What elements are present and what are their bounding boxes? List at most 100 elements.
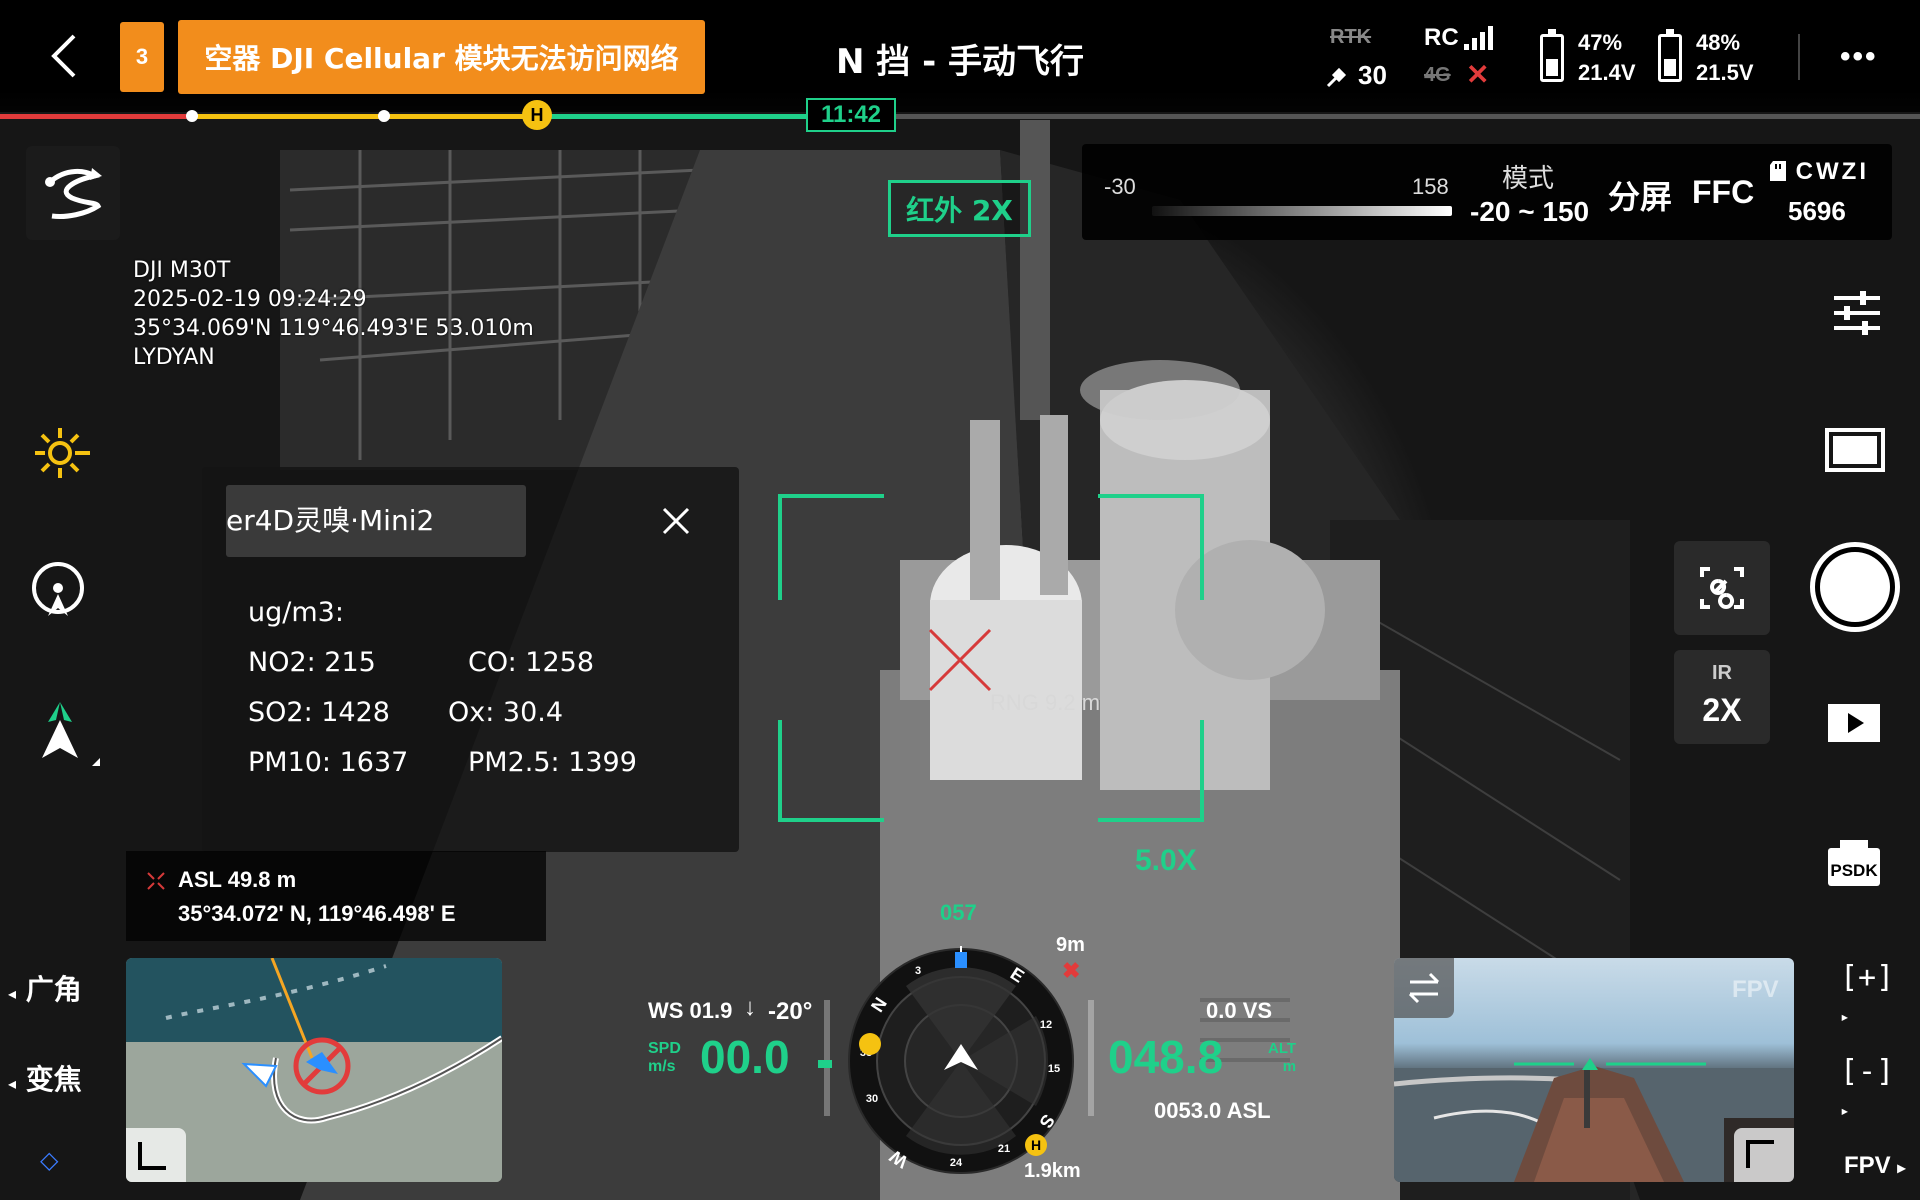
screen-icon	[1825, 428, 1885, 472]
heading-value: 057	[940, 900, 977, 925]
reading-pm25: PM2.5: 1399	[468, 747, 637, 778]
ir-zoom-button[interactable]: IR 2X	[1674, 650, 1770, 744]
pipe-2	[1040, 415, 1068, 595]
satellite-count: 30	[1358, 60, 1387, 90]
aircraft-mode-button[interactable]	[26, 690, 120, 784]
rtk-status-label[interactable]: RTK	[1330, 26, 1371, 49]
asl-altitude: 0053.0 ASL	[1154, 1098, 1271, 1123]
battery-2-voltage: 21.5V	[1696, 60, 1754, 85]
battery-1-voltage: 21.4V	[1578, 60, 1636, 85]
compass-tick-15: 15	[1048, 1063, 1060, 1075]
palette-mode-range[interactable]: -20 ~ 150	[1470, 196, 1589, 228]
storage-label[interactable]: CWZI	[1770, 158, 1869, 186]
compass-tick-30: 30	[866, 1093, 878, 1105]
ir-zoom-value: 2X	[1702, 692, 1742, 728]
close-button[interactable]	[654, 499, 698, 543]
speed-scale	[824, 1000, 830, 1116]
fpv-watermark: FPV	[1732, 976, 1779, 1003]
sensor-name[interactable]: er4D灵嗅·Mini2	[226, 485, 526, 557]
psdk-button[interactable]: PSDK	[1826, 838, 1882, 888]
signal-bars-icon	[1464, 26, 1493, 50]
ir-zoom-label: IR	[1712, 662, 1732, 684]
minimap[interactable]	[126, 958, 502, 1182]
target-track-icon	[1700, 567, 1744, 609]
compass-tick-24: 24	[950, 1157, 963, 1169]
ar-zoom-label: 5.0X	[1135, 844, 1197, 877]
storage-label-text: CWZI	[1795, 158, 1869, 185]
thermal-settings-panel: -30 158 模式 -20 ~ 150 分屏 FFC CWZI 5696	[1082, 144, 1892, 240]
playback-button[interactable]	[1826, 700, 1882, 746]
minimap-expand-button[interactable]	[126, 1128, 186, 1182]
gas-sensor-panel: er4D灵嗅·Mini2 ug/m3: NO2: 215 CO: 1258 SO…	[202, 467, 739, 852]
timeline-critical-segment	[0, 114, 190, 119]
speed-unit: m/s	[648, 1058, 676, 1075]
rc-signal-label[interactable]: RC	[1424, 24, 1459, 52]
sd-card-icon	[1770, 161, 1786, 181]
home-distance: 1.9km	[1024, 1160, 1081, 1182]
osd-datetime: 2025-02-19 09:24:29	[133, 287, 367, 312]
battery-2-percent: 48%	[1696, 30, 1741, 55]
timeline-marker	[378, 110, 390, 122]
target-asl: ASL 49.8 m	[178, 867, 297, 892]
wide-lens-label: 广角	[25, 973, 82, 1006]
osd-position: 35°34.069'N 119°46.493'E 53.010m	[133, 316, 534, 341]
more-menu-button[interactable]: •••	[1840, 40, 1878, 74]
ir-zoom-badge[interactable]: 红外 2X	[888, 180, 1031, 237]
network-warning-banner[interactable]: 空器 DJI Cellular 模块无法访问网络	[178, 20, 705, 94]
home-marker-icon: H	[522, 100, 552, 130]
smoke	[1080, 360, 1240, 420]
chevron-left-icon	[51, 34, 76, 78]
smart-track-button[interactable]	[1674, 541, 1770, 635]
cellular-4g-label: 4G	[1424, 64, 1451, 86]
back-button[interactable]	[40, 30, 88, 82]
compass-tick-21: 21	[998, 1143, 1010, 1155]
timeline-track	[896, 114, 1920, 119]
altitude-value: 048.8	[1108, 1031, 1224, 1083]
speed-label: SPD	[648, 1040, 681, 1057]
timeline-marker	[186, 110, 198, 122]
aircraft-arrow-icon	[42, 702, 100, 766]
fpv-toggle-button[interactable]: FPV ▸	[1844, 1152, 1905, 1180]
flight-mode-label[interactable]: N 挡 - 手动飞行	[760, 34, 1160, 83]
remaining-flight-time: 11:42	[806, 98, 896, 132]
palette-mode-label[interactable]: 模式	[1502, 158, 1554, 195]
altitude-unit: m	[1282, 1058, 1297, 1075]
wind-direction-arrow-icon: ↓	[744, 994, 756, 1021]
swap-arrows-icon	[1408, 972, 1440, 1004]
flight-route-button[interactable]	[26, 146, 120, 240]
target-location-strip: ASL 49.8 m 35°34.072' N, 119°46.498' E	[126, 851, 546, 941]
altitude-label: ALT	[1268, 1040, 1297, 1057]
temp-max: 158	[1412, 174, 1449, 199]
exposure-settings-button[interactable]	[26, 406, 120, 500]
display-mode-button[interactable]	[1824, 426, 1886, 474]
zoom-lens-button[interactable]: ◂ 变焦	[8, 1058, 82, 1098]
drone-model: DJI M30T	[133, 258, 231, 283]
fpv-toggle-label: FPV	[1844, 1152, 1891, 1179]
close-icon	[662, 507, 690, 535]
wide-lens-button[interactable]: ◂ 广角	[8, 968, 82, 1008]
zoom-in-label: [+]	[1840, 960, 1895, 995]
zoom-out-button[interactable]: [-] ▸	[1840, 1054, 1920, 1124]
timeline-low-segment	[190, 114, 535, 119]
ffc-button[interactable]: FFC	[1692, 174, 1754, 211]
poi-button[interactable]	[26, 540, 120, 634]
shutter-button[interactable]	[1810, 542, 1900, 632]
compass-tick-3: 3	[915, 965, 921, 977]
temperature-gradient-bar[interactable]	[1152, 206, 1452, 216]
mast	[1020, 120, 1050, 420]
zoom-in-button[interactable]: [+] ▸	[1840, 960, 1920, 1030]
reading-pm10: PM10: 1637	[248, 747, 409, 778]
reading-ox: Ox: 30.4	[448, 697, 564, 728]
osd-operator: LYDYAN	[133, 345, 215, 370]
fpv-expand-button[interactable]	[1734, 1128, 1794, 1182]
expand-corner-icon	[138, 1142, 166, 1170]
camera-settings-button[interactable]	[1830, 286, 1884, 340]
split-screen-button[interactable]: 分屏	[1608, 172, 1672, 218]
sensor-name-text: er4D灵嗅·Mini2	[226, 504, 435, 537]
wind-speed: WS 01.9	[648, 998, 733, 1023]
swap-view-button[interactable]	[1394, 958, 1454, 1018]
cellular-disconnected-icon: ✕	[1466, 59, 1490, 90]
lens-extra-icon[interactable]: ◇	[40, 1146, 58, 1174]
notification-count-badge[interactable]: 3	[120, 22, 164, 92]
reading-co: CO: 1258	[468, 647, 595, 678]
